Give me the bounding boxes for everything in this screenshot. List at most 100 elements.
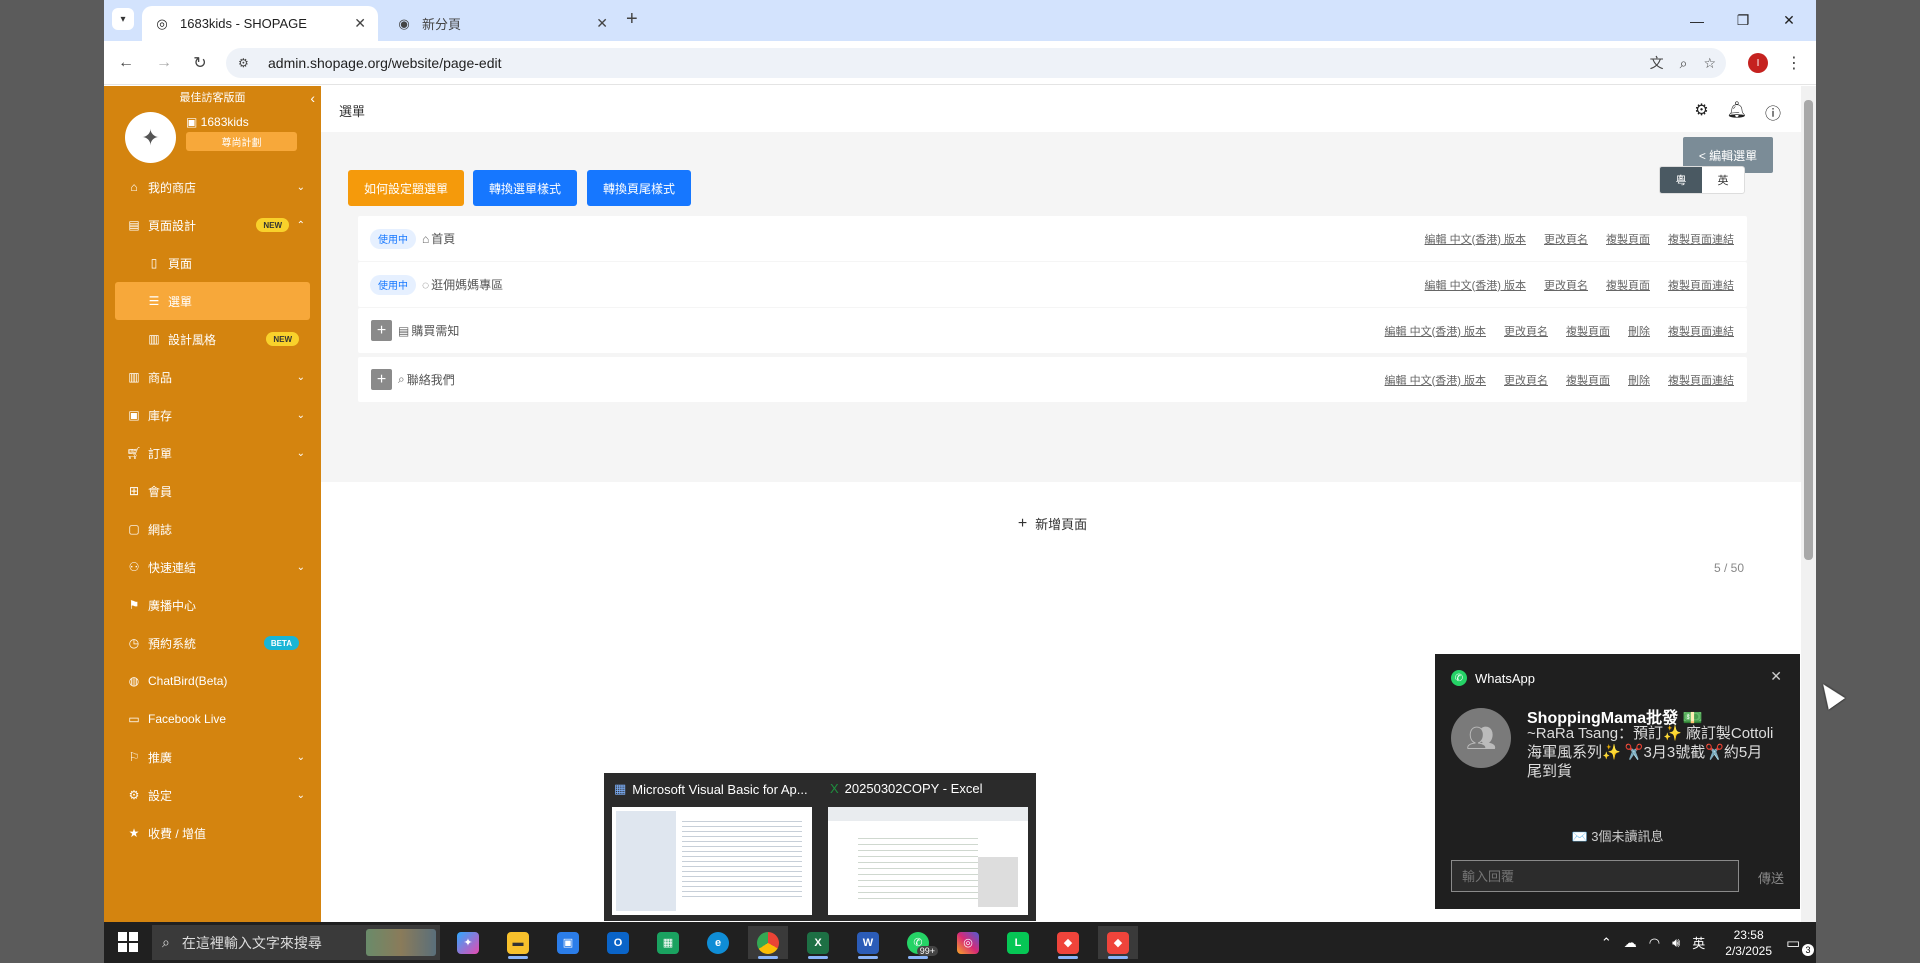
bookmark-star-icon[interactable]: ☆ xyxy=(1703,55,1716,72)
wifi-icon[interactable]: ◠ xyxy=(1649,935,1660,951)
zoom-icon[interactable]: ⌕ xyxy=(1680,55,1688,72)
tab-shopage[interactable]: ◎ 1683kids - SHOPAGE ✕ xyxy=(142,6,378,41)
sheets-icon[interactable]: ▦ xyxy=(648,926,688,959)
lang-yue-button[interactable]: 粵 xyxy=(1660,167,1702,193)
sidebar-item[interactable]: ◍ ChatBird(Beta) xyxy=(104,662,321,700)
shop-avatar[interactable]: ✦ xyxy=(125,112,176,163)
close-tab-icon[interactable]: ✕ xyxy=(596,15,608,32)
row-action-link[interactable]: 複製頁面連結 xyxy=(1668,277,1734,293)
sidebar-item[interactable]: ⚇ 快速連結 ⌄ xyxy=(104,548,321,586)
switch-menu-style-button[interactable]: 轉換選單樣式 xyxy=(473,170,577,206)
anydesk-icon[interactable]: ◆ xyxy=(1098,926,1138,959)
anydesk-icon[interactable]: ◆ xyxy=(1048,926,1088,959)
translate-icon[interactable]: 文 xyxy=(1650,53,1664,73)
whatsapp-icon[interactable]: ✆ 99+ xyxy=(898,926,938,959)
sidebar-item[interactable]: ▣ 庫存 ⌄ xyxy=(104,396,321,434)
excel-icon[interactable]: X xyxy=(798,926,838,959)
notification-center-icon[interactable]: ▭ 3 xyxy=(1786,934,1816,956)
row-action-link[interactable]: 複製頁面連結 xyxy=(1668,323,1734,339)
line-icon[interactable]: L xyxy=(998,926,1038,959)
tab-search-button[interactable]: ▾ xyxy=(112,8,134,30)
sidebar-item[interactable]: ▤ 頁面設計 NEW ⌃ xyxy=(104,206,321,244)
sidebar-item[interactable]: ▥ 設計風格 NEW xyxy=(104,320,321,358)
onedrive-icon[interactable]: ☁ xyxy=(1624,935,1637,951)
row-action-link[interactable]: 刪除 xyxy=(1628,372,1650,388)
volume-icon[interactable]: 🔊︎ xyxy=(1672,935,1680,951)
howto-button[interactable]: 如何設定題選單 xyxy=(348,170,464,206)
row-action-link[interactable]: 編輯 中文(香港) 版本 xyxy=(1385,323,1486,339)
add-to-menu-button[interactable]: + xyxy=(371,369,392,390)
restore-button[interactable]: ❐ xyxy=(1720,0,1766,41)
sidebar-item[interactable]: ⚑ 廣播中心 xyxy=(104,586,321,624)
reply-input[interactable] xyxy=(1451,860,1739,892)
store-icon[interactable]: ▣ xyxy=(548,926,588,959)
outlook-icon[interactable]: O xyxy=(598,926,638,959)
row-action-link[interactable]: 更改頁名 xyxy=(1504,372,1548,388)
page-scrollbar[interactable] xyxy=(1801,86,1816,922)
row-action-link[interactable]: 複製頁面連結 xyxy=(1668,372,1734,388)
file-explorer-icon[interactable]: ▬ xyxy=(498,926,538,959)
add-page-button[interactable]: + 新增頁面 xyxy=(358,501,1747,546)
row-action-link[interactable]: 編輯 中文(香港) 版本 xyxy=(1425,231,1526,247)
edge-icon[interactable]: e xyxy=(698,926,738,959)
reload-button[interactable]: ↻ xyxy=(188,51,212,75)
word-icon[interactable]: W xyxy=(848,926,888,959)
row-action-link[interactable]: 複製頁面 xyxy=(1566,372,1610,388)
switch-footer-style-button[interactable]: 轉換頁尾樣式 xyxy=(587,170,691,206)
collapse-sidebar-icon[interactable]: ‹ xyxy=(310,90,315,106)
copilot-icon[interactable]: ✦ xyxy=(448,926,488,959)
whatsapp-notification[interactable]: ✆ WhatsApp ✕ 👥︎ ShoppingMama批發 💵 ~RaRa Ts… xyxy=(1435,654,1800,909)
address-bar[interactable]: ⚙ admin.shopage.org/website/page-edit 文 … xyxy=(226,48,1726,78)
sidebar-item[interactable]: ▢ 網誌 xyxy=(104,510,321,548)
windows-start-icon[interactable] xyxy=(118,932,138,952)
taskbar-search[interactable]: ⌕ 在這裡輸入文字來搜尋 xyxy=(152,925,440,960)
row-action-link[interactable]: 編輯 中文(香港) 版本 xyxy=(1425,277,1526,293)
row-action-link[interactable]: 複製頁面 xyxy=(1566,323,1610,339)
minimize-button[interactable]: — xyxy=(1674,0,1720,41)
row-action-link[interactable]: 更改頁名 xyxy=(1544,231,1588,247)
tab-new[interactable]: ◉ 新分頁 ✕ xyxy=(384,6,620,41)
instagram-icon[interactable]: ◎ xyxy=(948,926,988,959)
preview-excel[interactable]: X 20250302COPY - Excel xyxy=(820,773,1036,921)
info-icon[interactable]: ⓘ xyxy=(1765,100,1781,124)
lang-en-button[interactable]: 英 xyxy=(1702,167,1744,193)
row-action-link[interactable]: 更改頁名 xyxy=(1504,323,1548,339)
row-action-link[interactable]: 複製頁面連結 xyxy=(1668,231,1734,247)
sidebar-item[interactable]: ☰ 選單 xyxy=(115,282,310,320)
sidebar-item[interactable]: 🛒︎ 訂單 ⌄ xyxy=(104,434,321,472)
close-tab-icon[interactable]: ✕ xyxy=(354,15,366,32)
forward-button[interactable]: → xyxy=(152,51,176,75)
chrome-icon[interactable] xyxy=(748,926,788,959)
row-action-link[interactable]: 複製頁面 xyxy=(1606,277,1650,293)
sidebar-item[interactable]: ⌂ 我的商店 ⌄ xyxy=(104,168,321,206)
sidebar-item[interactable]: ⚙ 設定 ⌄ xyxy=(104,776,321,814)
profile-avatar[interactable]: I xyxy=(1748,53,1768,73)
sidebar-item[interactable]: ▭ Facebook Live xyxy=(104,700,321,738)
send-button[interactable]: 傳送 xyxy=(1758,868,1784,887)
sidebar-item[interactable]: ⊞ 會員 xyxy=(104,472,321,510)
row-action-link[interactable]: 編輯 中文(香港) 版本 xyxy=(1385,372,1486,388)
site-info-icon[interactable]: ⚙ xyxy=(238,56,256,70)
close-window-button[interactable]: ✕ xyxy=(1766,0,1812,41)
unread-count[interactable]: ✉️ 3個未讀訊息 xyxy=(1435,826,1800,845)
sidebar-item[interactable]: ⚐ 推廣 ⌄ xyxy=(104,738,321,776)
plan-badge[interactable]: 尊尚計劃 xyxy=(186,132,297,151)
add-to-menu-button[interactable]: + xyxy=(371,320,392,341)
sidebar-item[interactable]: ◷ 預約系統 BETA xyxy=(104,624,321,662)
clock[interactable]: 23:58 2/3/2025 xyxy=(1725,927,1772,959)
preview-vba[interactable]: ▦ Microsoft Visual Basic for Ap... xyxy=(604,773,820,921)
shop-name[interactable]: ▣ 1683kids xyxy=(186,115,249,129)
row-action-link[interactable]: 刪除 xyxy=(1628,323,1650,339)
new-tab-button[interactable]: + xyxy=(626,8,638,30)
browser-menu-icon[interactable]: ⋮ xyxy=(1786,53,1802,73)
back-button[interactable]: ← xyxy=(114,51,138,75)
row-action-link[interactable]: 複製頁面 xyxy=(1606,231,1650,247)
ime-indicator[interactable]: 英 xyxy=(1692,933,1705,952)
row-action-link[interactable]: 更改頁名 xyxy=(1544,277,1588,293)
chevron-up-icon[interactable]: ⌃ xyxy=(1601,935,1612,951)
bell-icon[interactable]: 🔔︎ xyxy=(1727,100,1747,124)
sidebar-item[interactable]: ★ 收費 / 增值 xyxy=(104,814,321,852)
sidebar-item[interactable]: ▯ 頁面 xyxy=(104,244,321,282)
close-icon[interactable]: ✕ xyxy=(1770,668,1782,685)
settings-icon[interactable]: ⚙ xyxy=(1694,100,1708,124)
